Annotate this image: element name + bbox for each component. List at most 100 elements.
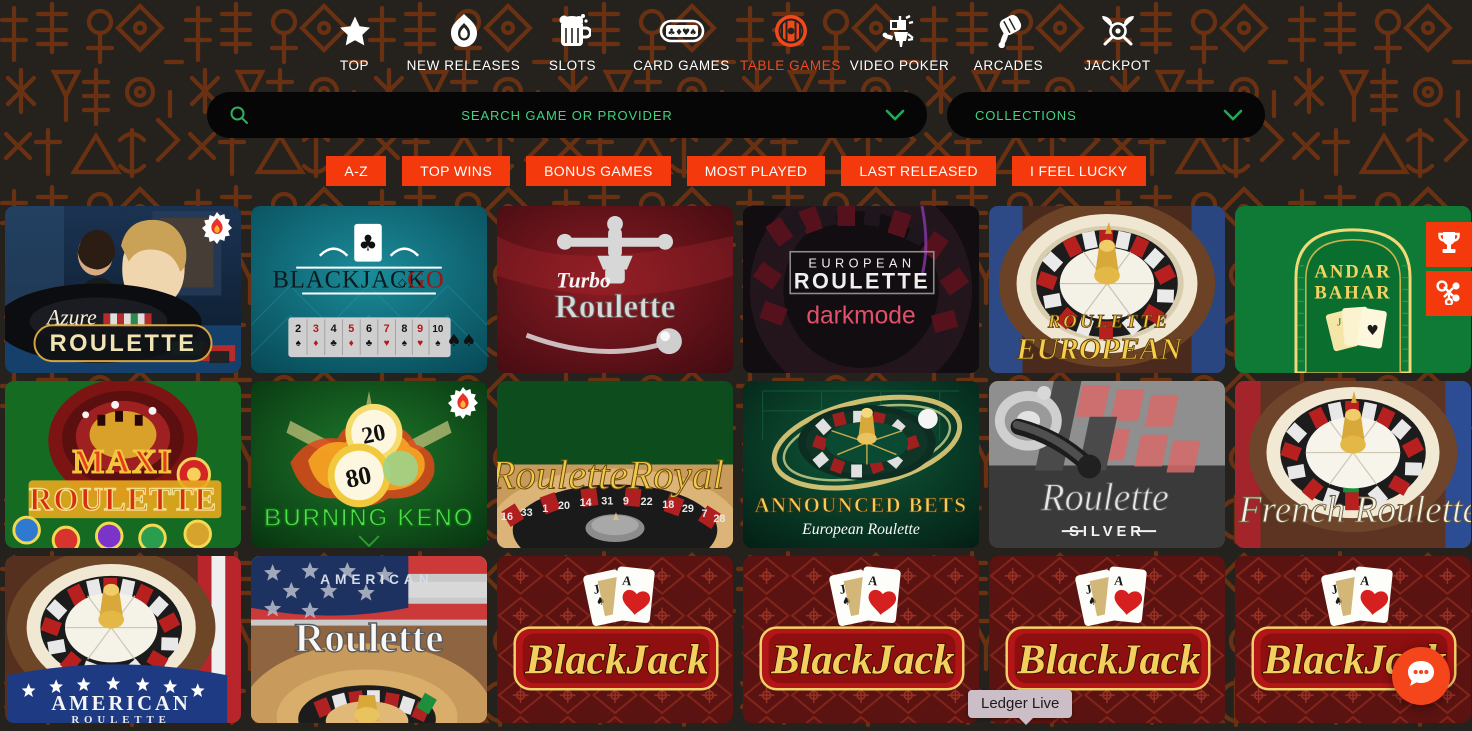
svg-text:ANNOUNCED BETS: ANNOUNCED BETS	[755, 495, 968, 517]
svg-text:33: 33	[521, 507, 533, 519]
svg-text:♣: ♣	[358, 232, 377, 257]
svg-text:♣: ♣	[330, 338, 337, 349]
game-art-american-roulette-flag: AMERICAN Roulette	[251, 556, 487, 723]
game-tile-american-roulette-flag[interactable]: AMERICAN Roulette	[251, 556, 487, 723]
filter-chip-i-feel-lucky[interactable]: I FEEL LUCKY	[1011, 156, 1146, 186]
svg-text:J: J	[1337, 316, 1341, 328]
game-tile-maxi-roulette[interactable]: MAXI ROULETTE	[5, 381, 241, 548]
game-art-turbo-roulette: Turbo Roulette	[497, 206, 733, 373]
svg-text:ROULETTE: ROULETTE	[50, 331, 197, 357]
chat-widget-button[interactable]	[1392, 647, 1450, 705]
svg-text:2: 2	[295, 323, 301, 335]
search-placeholder: SEARCH GAME OR PROVIDER	[461, 107, 673, 123]
game-tile-announced-bets[interactable]: ANNOUNCED BETS European Roulette	[743, 381, 979, 548]
svg-text:1: 1	[542, 503, 548, 515]
collections-dropdown[interactable]: COLLECTIONS	[947, 92, 1265, 138]
game-tile-blackjack-1[interactable]: J ♠ A BlackJack	[497, 556, 733, 723]
svg-text:29: 29	[682, 503, 694, 515]
search-icon	[229, 105, 249, 125]
tournaments-button[interactable]	[1426, 222, 1472, 267]
svg-text:♠: ♠	[435, 338, 440, 349]
game-tile-roulette-european[interactable]: ROULETTE EUROPEAN	[989, 206, 1225, 373]
nav-item-arcades[interactable]: ARCADES	[954, 12, 1063, 73]
game-art-roulette-silver: Roulette SILVER	[989, 381, 1225, 548]
grid-cell: Turbo Roulette	[492, 202, 738, 377]
svg-text:French Roulette: French Roulette	[1238, 490, 1471, 531]
providers-button[interactable]	[1426, 271, 1472, 316]
nav-item-card-games[interactable]: ♣ ♦ ♥ ♠ CARD GAMES	[627, 12, 736, 73]
svg-text:BlackJack: BlackJack	[1016, 636, 1200, 683]
svg-text:BURNING KENO: BURNING KENO	[264, 505, 474, 532]
svg-text:AMERICAN: AMERICAN	[320, 571, 433, 587]
svg-text:14: 14	[580, 497, 592, 509]
shield-icon	[774, 12, 808, 50]
svg-text:♥: ♥	[417, 338, 423, 349]
game-tile-american-roulette-wheel[interactable]: AMERICAN ROULETTE	[5, 556, 241, 723]
beer-mug-icon	[555, 12, 591, 50]
flame-icon	[449, 12, 479, 50]
nav-item-top[interactable]: TOP	[300, 12, 409, 73]
game-tile-blackjack-go[interactable]: ♣ BLACKJACK GO ◇ 2 ♠ 3 ♦ 4 ♣ 5 ♦ 6 ♣ 7 ♥…	[251, 206, 487, 373]
game-art-maxi-roulette: MAXI ROULETTE	[5, 381, 241, 548]
nav-item-jackpot[interactable]: JACKPOT	[1063, 12, 1172, 73]
game-tile-roulette-royal[interactable]: 16 33 1 20 14 31 9 22 18 29 7 28 RouletteRoyal	[497, 381, 733, 548]
grid-cell: 16 33 1 20 14 31 9 22 18 29 7 28 RouletteRoyal	[492, 377, 738, 552]
grid-cell: MAXI ROULETTE	[0, 377, 246, 552]
svg-text:7: 7	[702, 508, 708, 520]
svg-text:22: 22	[641, 496, 653, 508]
svg-text:Roulette: Roulette	[555, 288, 676, 325]
collections-label: COLLECTIONS	[975, 107, 1077, 123]
filter-chip-a-z[interactable]: A-Z	[326, 156, 387, 186]
grid-cell: AMERICAN ROULETTE	[0, 552, 246, 727]
game-art-roulette-royal: 16 33 1 20 14 31 9 22 18 29 7 28 RouletteRoyal	[497, 381, 733, 548]
filter-chip-most-played[interactable]: MOST PLAYED	[686, 156, 826, 186]
game-tile-french-roulette[interactable]: French Roulette	[1235, 381, 1471, 548]
nav-item-new-releases[interactable]: NEW RELEASES	[407, 12, 520, 73]
svg-text:3: 3	[313, 323, 319, 335]
primary-navigation: TOP NEW RELEASES SLOTS ♣ ♦ ♥ ♠ CARD GAME…	[0, 0, 1472, 88]
svg-text:28: 28	[713, 513, 725, 525]
game-tile-azure-roulette[interactable]: ROULETTE Azure	[5, 206, 241, 373]
svg-text:♠: ♠	[296, 338, 301, 349]
svg-text:18: 18	[662, 499, 674, 511]
svg-text:ROULETTE: ROULETTE	[71, 714, 170, 723]
svg-text:7: 7	[384, 323, 390, 335]
game-art-blackjack-go: ♣ BLACKJACK GO ◇ 2 ♠ 3 ♦ 4 ♣ 5 ♦ 6 ♣ 7 ♥…	[251, 206, 487, 373]
nav-item-slots[interactable]: SLOTS	[518, 12, 627, 73]
svg-text:Roulette: Roulette	[1040, 477, 1169, 519]
nav-label: VIDEO POKER	[849, 58, 950, 73]
nav-label: TOP	[339, 58, 370, 73]
svg-text:BlackJack: BlackJack	[770, 636, 954, 683]
svg-text:◇: ◇	[398, 275, 408, 289]
filter-chip-bonus-games[interactable]: BONUS GAMES	[526, 156, 671, 186]
game-tile-roulette-silver[interactable]: Roulette SILVER	[989, 381, 1225, 548]
side-action-rail	[1426, 222, 1472, 316]
nav-label: CARD GAMES	[633, 58, 730, 73]
card-suits-icon: ♣ ♦ ♥ ♠	[659, 12, 705, 50]
grid-cell: 20 80 BURNING KENO	[246, 377, 492, 552]
filter-chip-row: A-Z TOP WINS BONUS GAMES MOST PLAYED LAS…	[0, 156, 1472, 186]
trophy-icon	[1436, 230, 1462, 259]
nav-item-table-games[interactable]: TABLE GAMES	[736, 12, 845, 73]
game-grid: ROULETTE Azure ♣ BLACKJACK GO ◇ 2 ♠ 3 ♦ …	[0, 202, 1472, 727]
grid-cell: ROULETTE Azure	[0, 202, 246, 377]
game-tile-burning-keno[interactable]: 20 80 BURNING KENO	[251, 381, 487, 548]
grid-cell: ANNOUNCED BETS European Roulette	[738, 377, 984, 552]
nav-item-video-poker[interactable]: VIDEO POKER	[845, 12, 954, 73]
search-input[interactable]: SEARCH GAME OR PROVIDER	[207, 92, 927, 138]
game-tile-european-roulette-darkmode[interactable]: EUROPEAN ROULETTE darkmode	[743, 206, 979, 373]
game-tile-turbo-roulette[interactable]: Turbo Roulette	[497, 206, 733, 373]
nav-label: SLOTS	[548, 58, 597, 73]
filter-chip-top-wins[interactable]: TOP WINS	[402, 156, 511, 186]
chevron-down-icon[interactable]	[1223, 109, 1243, 122]
filter-chip-last-released[interactable]: LAST RELEASED	[841, 156, 996, 186]
ledger-live-tooltip: Ledger Live	[968, 690, 1073, 725]
svg-text:16: 16	[501, 511, 513, 523]
nav-label: ARCADES	[973, 58, 1044, 73]
game-art-announced-bets: ANNOUNCED BETS European Roulette	[743, 381, 979, 548]
game-tile-blackjack-2[interactable]: J ♠ A BlackJack	[743, 556, 979, 723]
chevron-down-icon[interactable]	[885, 109, 905, 122]
svg-text:AMERICAN: AMERICAN	[51, 693, 190, 715]
svg-text:♦: ♦	[313, 338, 318, 349]
casino-lobby-page: TOP NEW RELEASES SLOTS ♣ ♦ ♥ ♠ CARD GAME…	[0, 0, 1472, 731]
